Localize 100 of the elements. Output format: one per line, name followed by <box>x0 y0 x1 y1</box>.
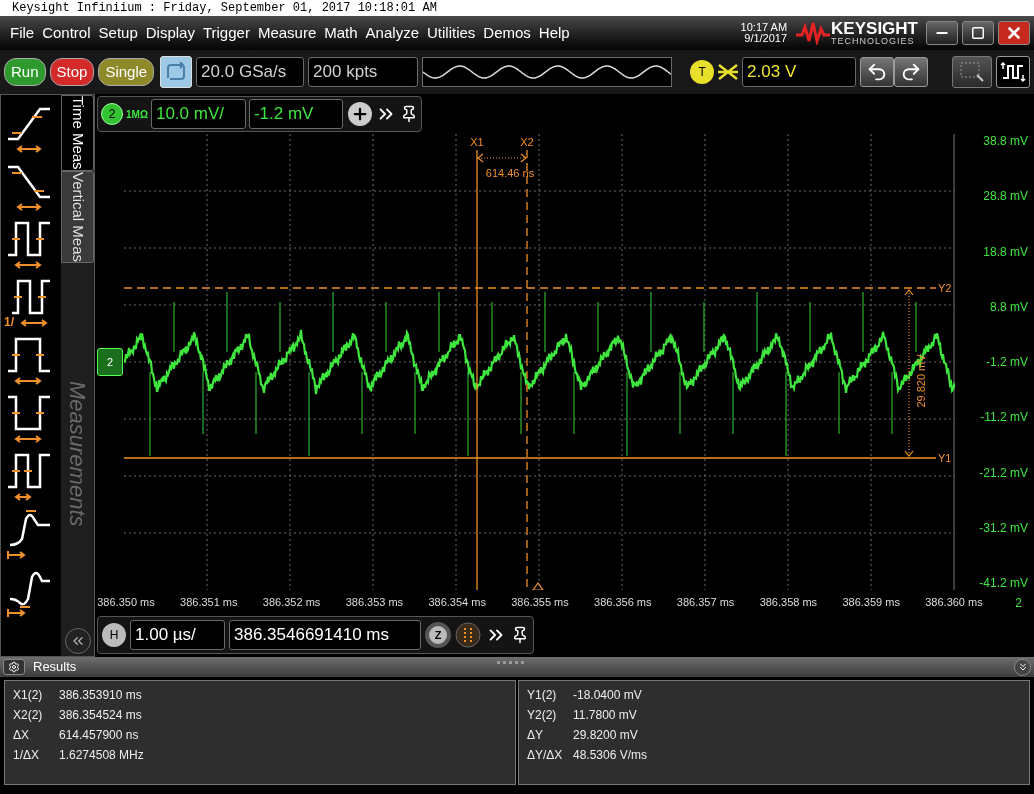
overview-waveform[interactable] <box>422 57 673 87</box>
zoom-select-icon[interactable] <box>959 61 985 83</box>
impedance-label: 1MΩ <box>126 107 148 122</box>
menu-item[interactable]: Control <box>42 21 91 45</box>
measure-tab[interactable]: Time Meas <box>61 95 94 171</box>
maximize-icon[interactable] <box>971 26 985 40</box>
menu-item[interactable]: Trigger <box>202 21 250 45</box>
close-button[interactable] <box>998 21 1030 45</box>
result-label: X2(2) <box>13 707 44 724</box>
vertical-offset-field[interactable]: -1.2 mV <box>248 99 343 129</box>
x-axis-label: 386.350 ms <box>96 595 156 611</box>
x2-cursor-line[interactable] <box>526 149 528 590</box>
memory-depth-field[interactable]: 200 kpts <box>308 57 419 87</box>
menu-item[interactable]: Display <box>145 21 195 45</box>
y-axis-label: -41.2 mV <box>979 576 1028 590</box>
y-axis-label: -11.2 mV <box>980 410 1028 425</box>
acquisition-button[interactable]: Single <box>98 58 155 86</box>
result-label: ΔY <box>527 727 545 744</box>
x-axis-label: 386.359 ms <box>841 595 901 611</box>
logo-wave-icon <box>795 21 832 45</box>
time-position-field[interactable]: 386.3546691410 ms <box>229 620 421 650</box>
logo-subtitle: TECHNOLOGIES <box>831 37 916 46</box>
resize-grip-icon[interactable] <box>497 661 527 665</box>
menu-item[interactable]: Measure <box>257 21 317 45</box>
result-label: Y2(2) <box>527 707 558 724</box>
x1-cursor-label: X1 <box>470 136 484 148</box>
x-axis-label: 386.351 ms <box>179 595 239 611</box>
result-value: 48.5306 V/ms <box>573 747 648 764</box>
clear-display-button[interactable] <box>160 56 193 88</box>
y-axis-label: 8.8 mV <box>990 299 1028 314</box>
trigger-crossing-icon <box>718 64 739 80</box>
x2-cursor-label: X2 <box>520 136 534 148</box>
trigger-position-marker[interactable] <box>531 581 545 590</box>
horizontal-badge[interactable]: H <box>102 623 126 647</box>
menu-item[interactable]: Demos <box>483 21 531 45</box>
dotted-circle-icon[interactable] <box>455 622 481 648</box>
menu-item[interactable]: Math <box>324 21 358 45</box>
menu-item[interactable]: Analyze <box>365 21 419 45</box>
undo-button[interactable] <box>860 57 895 87</box>
menu-item[interactable]: Setup <box>98 21 138 45</box>
time-scale-field[interactable]: 1.00 µs/ <box>130 620 225 650</box>
x-axis-label: 386.357 ms <box>675 595 736 611</box>
result-value: 386.354524 ms <box>59 707 142 724</box>
delta-x-arrow <box>477 153 527 163</box>
channel-badge[interactable]: 2 <box>101 103 123 125</box>
settings-icon[interactable] <box>3 659 25 675</box>
pin-icon[interactable] <box>511 626 529 644</box>
trigger-level-field[interactable]: 2.03 V <box>742 57 857 87</box>
x-axis-label: 386.352 ms <box>261 595 322 611</box>
redo-button[interactable] <box>894 57 929 87</box>
y-axis-label: -31.2 mV <box>979 520 1028 535</box>
result-label: ΔX <box>13 727 31 744</box>
y-axis-label: -21.2 mV <box>979 465 1028 480</box>
acquisition-button[interactable]: Stop <box>49 58 95 86</box>
x-axis-label: 386.356 ms <box>593 595 653 611</box>
result-value: 11.7800 mV <box>573 707 637 724</box>
result-label: 1/ΔX <box>13 747 41 764</box>
sample-rate-field[interactable]: 20.0 GSa/s <box>196 57 305 87</box>
result-value: -18.0400 mV <box>573 687 642 704</box>
x-axis-label: 386.360 ms <box>924 595 984 611</box>
result-label: X1(2) <box>13 687 44 704</box>
y1-cursor-label: Y1 <box>938 452 952 464</box>
result-value: 29.8200 mV <box>573 727 638 744</box>
waveform-display[interactable]: X1 X2 614.46 ns Y2 Y1 29.820 mV <box>124 134 955 590</box>
maximize-button[interactable] <box>962 21 994 45</box>
result-label: ΔY/ΔX <box>527 747 564 764</box>
result-value: 386.353910 ms <box>59 687 142 704</box>
menu-item[interactable]: File <box>10 21 35 45</box>
y2-cursor-line[interactable] <box>124 287 937 289</box>
channel-ground-marker[interactable]: 2 <box>97 348 123 376</box>
window-title: Keysight Infiniium : Friday, September 01, 2017 10:18:01 AM <box>12 2 437 14</box>
vertical-scale-field[interactable]: 10.0 mV/ <box>150 99 246 129</box>
close-icon[interactable] <box>1005 24 1023 42</box>
y-axis-label: 18.8 mV <box>983 244 1028 259</box>
menu-item[interactable]: Help <box>538 21 570 45</box>
y2-cursor-label: Y2 <box>938 282 952 294</box>
menu-item[interactable]: Utilities <box>427 21 476 45</box>
delta-x-readout: 614.46 ns <box>485 167 535 179</box>
collapse-results-icon[interactable] <box>1014 658 1031 676</box>
result-value: 1.6274508 MHz <box>59 747 144 764</box>
collapse-panel-button[interactable] <box>64 628 91 654</box>
results-title: Results <box>33 658 77 677</box>
result-label: Y1(2) <box>527 687 558 704</box>
y-axis-label: -1.2 mV <box>986 355 1028 369</box>
x-axis-label: 386.358 ms <box>758 595 819 611</box>
acquisition-button[interactable]: Run <box>4 58 46 86</box>
zoom-badge[interactable]: Z <box>425 622 451 648</box>
clock-time: 10:17 AM <box>740 22 788 33</box>
minimize-button[interactable] <box>926 21 958 45</box>
reciprocal-label: 1/ <box>4 316 14 328</box>
channel-label: 2 <box>1015 594 1022 612</box>
y-axis-label: 28.8 mV <box>983 189 1028 204</box>
y-axis-label: 38.8 mV <box>983 134 1028 148</box>
clock-date: 9/1/2017 <box>744 33 788 44</box>
trigger-badge[interactable]: T <box>690 60 715 84</box>
measure-tab[interactable]: Vertical Meas <box>61 170 94 263</box>
delta-y-readout: 29.820 mV <box>915 354 927 408</box>
x-axis-label: 386.353 ms <box>344 595 405 611</box>
result-value: 614.457900 ns <box>59 727 139 744</box>
x-axis-label: 386.354 ms <box>427 595 487 611</box>
